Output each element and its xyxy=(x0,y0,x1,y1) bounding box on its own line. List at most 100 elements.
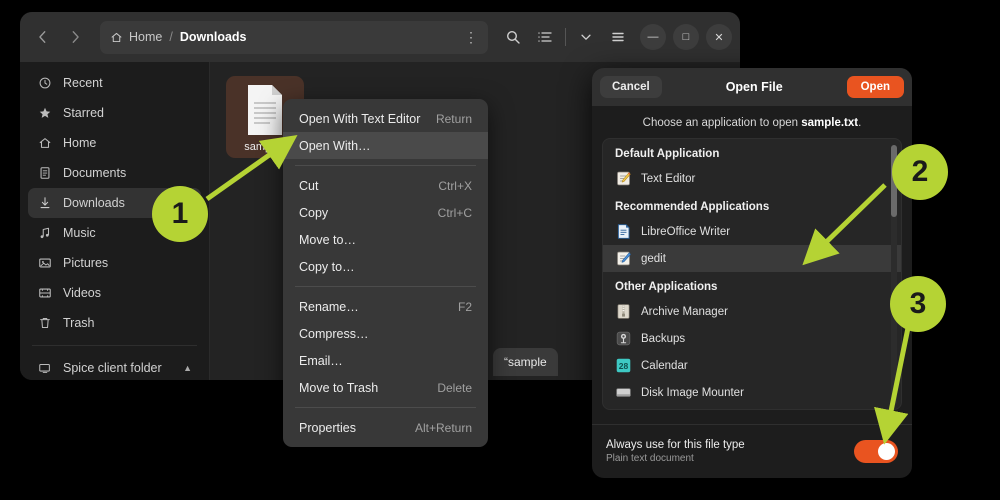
app-row-libreoffice-writer[interactable]: LibreOffice Writer xyxy=(603,218,901,245)
search-icon xyxy=(505,29,521,45)
sidebar-item-home[interactable]: Home xyxy=(28,128,201,158)
annotation-badge-1: 1 xyxy=(152,186,208,242)
video-icon xyxy=(37,286,52,301)
open-button[interactable]: Open xyxy=(847,76,904,98)
sidebar-item-label: Music xyxy=(63,226,96,240)
cancel-button[interactable]: Cancel xyxy=(600,76,662,98)
section-heading-recommended: Recommended Applications xyxy=(603,192,901,218)
text-file-icon xyxy=(242,83,288,137)
sidebar-item-starred[interactable]: Starred xyxy=(28,98,201,128)
toolbar-divider xyxy=(565,28,566,46)
dialog-subtitle-filename: sample.txt xyxy=(801,117,858,129)
sidebar-item-documents[interactable]: Documents xyxy=(28,158,201,188)
annotation-badge-3: 3 xyxy=(890,276,946,332)
close-label: ✕ xyxy=(714,31,723,44)
clock-icon xyxy=(37,76,52,91)
eject-icon[interactable]: ▲ xyxy=(183,363,192,373)
dialog-footer: Always use for this file type Plain text… xyxy=(592,424,912,478)
sidebar-item-trash[interactable]: Trash xyxy=(28,308,201,338)
menu-item-accel: Ctrl+C xyxy=(438,206,472,220)
app-row-label: Backups xyxy=(641,333,685,345)
download-icon xyxy=(37,196,52,211)
home-icon xyxy=(37,136,52,151)
main-menu-button[interactable] xyxy=(603,22,633,52)
app-row-backups[interactable]: Backups xyxy=(603,325,901,352)
menu-item-label: Rename… xyxy=(299,300,359,314)
sidebar-item-spice-client-folder[interactable]: Spice client folder ▲ xyxy=(28,353,201,380)
sidebar-item-label: Starred xyxy=(63,106,104,120)
chevron-down-icon xyxy=(579,30,593,44)
breadcrumb-home[interactable]: Home xyxy=(110,30,162,44)
dialog-subtitle-prefix: Choose an application to open xyxy=(643,117,802,129)
maximize-label: □ xyxy=(683,31,690,43)
breadcrumb-current: Downloads xyxy=(180,30,247,44)
search-button[interactable] xyxy=(498,22,528,52)
breadcrumb-home-label: Home xyxy=(129,30,162,44)
menu-item-label: Properties xyxy=(299,421,356,435)
app-row-label: gedit xyxy=(641,253,666,265)
toggle-knob xyxy=(878,443,895,460)
svg-text:28: 28 xyxy=(619,361,629,371)
context-menu: Open With Text Editor Return Open With… … xyxy=(283,99,488,447)
menu-item-copy-to[interactable]: Copy to… xyxy=(283,253,488,280)
sidebar-item-videos[interactable]: Videos xyxy=(28,278,201,308)
menu-item-open-with[interactable]: Open With… xyxy=(283,132,488,159)
sidebar-item-label: Pictures xyxy=(63,256,108,270)
picture-icon xyxy=(37,256,52,271)
disk-image-icon xyxy=(615,384,632,401)
app-row-gedit[interactable]: gedit xyxy=(603,245,901,272)
annotation-badge-2: 2 xyxy=(892,144,948,200)
menu-item-move-to[interactable]: Move to… xyxy=(283,226,488,253)
chevron-left-icon xyxy=(36,30,50,44)
menu-item-label: Move to… xyxy=(299,233,356,247)
menu-item-rename[interactable]: Rename… F2 xyxy=(283,293,488,320)
sidebar-item-pictures[interactable]: Pictures xyxy=(28,248,201,278)
always-use-toggle[interactable] xyxy=(854,440,898,463)
app-row-text-editor[interactable]: Text Editor xyxy=(603,165,901,192)
trash-icon xyxy=(37,316,52,331)
app-row-archive-manager[interactable]: Archive Manager xyxy=(603,298,901,325)
dialog-subtitle-suffix: . xyxy=(858,117,861,129)
maximize-button[interactable]: □ xyxy=(673,24,699,50)
menu-item-compress[interactable]: Compress… xyxy=(283,320,488,347)
menu-item-cut[interactable]: Cut Ctrl+X xyxy=(283,172,488,199)
calendar-icon: 28 xyxy=(615,357,632,374)
sidebar-item-recent[interactable]: Recent xyxy=(28,68,201,98)
menu-item-email[interactable]: Email… xyxy=(283,347,488,374)
menu-item-copy[interactable]: Copy Ctrl+C xyxy=(283,199,488,226)
dialog-title: Open File xyxy=(662,80,847,94)
menu-item-move-to-trash[interactable]: Move to Trash Delete xyxy=(283,374,488,401)
app-row-disk-image-mounter[interactable]: Disk Image Mounter xyxy=(603,379,901,406)
back-button[interactable] xyxy=(28,22,58,52)
list-view-button[interactable] xyxy=(530,22,560,52)
menu-item-label: Open With Text Editor xyxy=(299,112,420,126)
sidebar-divider xyxy=(32,345,197,346)
app-row-label: Archive Manager xyxy=(641,306,728,318)
kebab-menu-icon[interactable]: ⋮ xyxy=(464,33,478,41)
app-row-label: LibreOffice Writer xyxy=(641,226,730,238)
list-view-icon xyxy=(537,29,553,45)
forward-button[interactable] xyxy=(60,22,90,52)
section-heading-default: Default Application xyxy=(603,139,901,165)
sidebar-item-label: Trash xyxy=(63,316,95,330)
view-dropdown-button[interactable] xyxy=(571,22,601,52)
file-status-tooltip: “sample xyxy=(493,348,558,376)
breadcrumb-separator: / xyxy=(169,30,172,44)
menu-item-accel: F2 xyxy=(458,300,472,314)
menu-item-label: Copy to… xyxy=(299,260,355,274)
minimize-button[interactable]: — xyxy=(640,24,666,50)
application-list: Default Application Text Editor Recommen… xyxy=(602,138,902,410)
menu-divider xyxy=(295,286,476,287)
app-row-label: Calendar xyxy=(641,360,688,372)
breadcrumb[interactable]: Home / Downloads ⋮ xyxy=(100,21,488,54)
menu-divider xyxy=(295,407,476,408)
app-row-calendar[interactable]: 28 Calendar xyxy=(603,352,901,379)
menu-item-properties[interactable]: Properties Alt+Return xyxy=(283,414,488,441)
sidebar-item-label: Spice client folder xyxy=(63,361,162,375)
close-button[interactable]: ✕ xyxy=(706,24,732,50)
sidebar-item-label: Recent xyxy=(63,76,103,90)
menu-item-accel: Return xyxy=(436,112,472,126)
menu-item-open-with-text-editor[interactable]: Open With Text Editor Return xyxy=(283,105,488,132)
file-type-label: Plain text document xyxy=(606,453,745,464)
network-folder-icon xyxy=(37,361,52,376)
